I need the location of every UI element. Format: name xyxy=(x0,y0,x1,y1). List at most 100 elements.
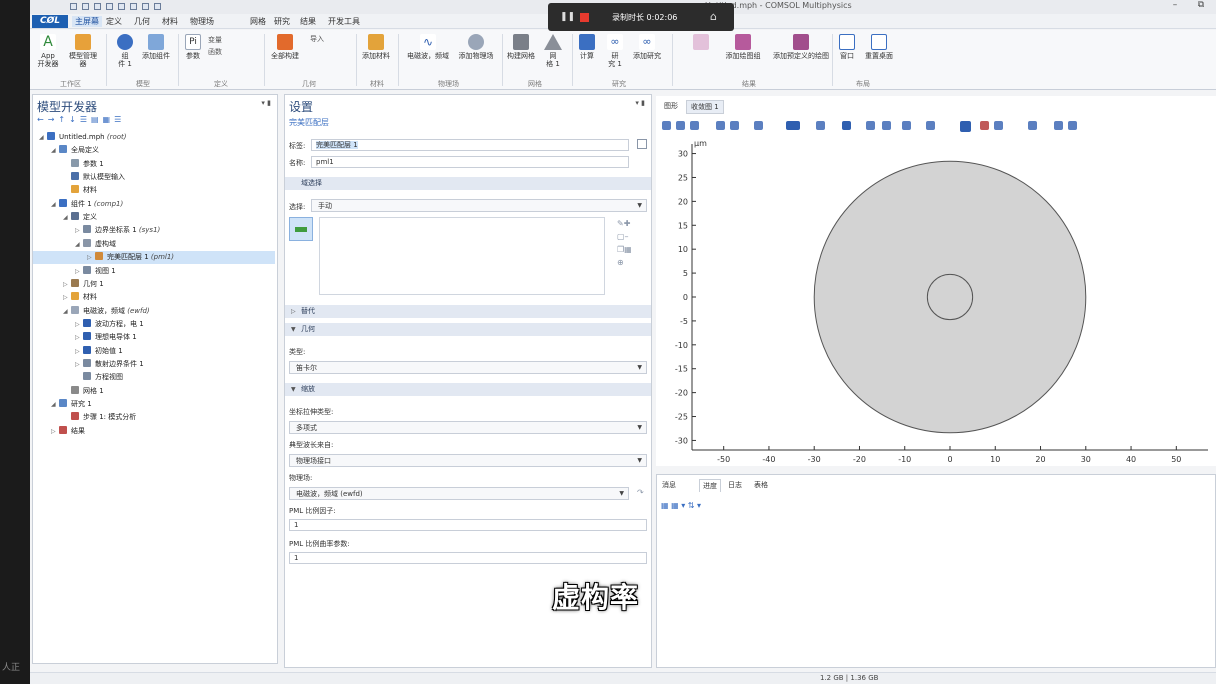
tab-developer[interactable]: 开发工具 xyxy=(328,16,360,27)
tab-materials[interactable]: 材料 xyxy=(162,16,178,27)
progress-toolbar[interactable]: ▦ ▦ ▾ ⇅ ▾ xyxy=(661,501,701,510)
app-builder-button[interactable]: A App 开发器 xyxy=(34,34,62,68)
tree-item[interactable]: 默认模型输入 xyxy=(33,171,275,184)
clear-selection-icon[interactable] xyxy=(882,121,891,130)
view-icon[interactable] xyxy=(902,121,911,130)
tree-item[interactable]: ◢ Untitled.mph (root) xyxy=(33,131,275,144)
tree-toggle-icon[interactable]: ▷ xyxy=(75,358,83,371)
override-section[interactable]: ▷ 替代 xyxy=(285,305,651,318)
restore-button[interactable]: ⧉ xyxy=(1192,0,1210,12)
compute-button[interactable]: 计算 xyxy=(576,34,598,60)
type-combo[interactable]: 笛卡尔 ▼ xyxy=(289,361,647,374)
tree-toggle-icon[interactable]: ◢ xyxy=(51,144,59,157)
tree-item[interactable]: ◢ 电磁波，频域 (ewfd) xyxy=(33,305,275,318)
tab-convergence-plot[interactable]: 收敛图 1 xyxy=(686,100,724,114)
scene-light-icon[interactable] xyxy=(960,121,971,132)
component-button[interactable]: 组 件 1 xyxy=(114,34,136,68)
tree-toggle-icon[interactable]: ◢ xyxy=(39,131,47,144)
mesh-button[interactable]: 网 格 1 xyxy=(540,34,566,68)
tab-geometry[interactable]: 几何 xyxy=(134,16,150,27)
import-item[interactable]: 导入 xyxy=(310,34,324,44)
active-toggle-button[interactable] xyxy=(289,217,313,241)
pml-scale-field[interactable]: 1 xyxy=(289,519,647,531)
tree-item[interactable]: 方程视图 xyxy=(33,371,275,384)
tree-toggle-icon[interactable]: ▷ xyxy=(63,291,71,304)
tree-item[interactable]: ◢ 虚构域 xyxy=(33,238,275,251)
undo-icon[interactable] xyxy=(106,3,113,10)
tree-item[interactable]: 参数 1 xyxy=(33,158,275,171)
tab-study[interactable]: 研究 xyxy=(274,16,290,27)
minimize-button[interactable]: – xyxy=(1166,0,1184,12)
paste-icon[interactable] xyxy=(142,3,149,10)
selection-tools[interactable]: ✎✚ ▢– ❐▦ ⊕ xyxy=(617,217,632,269)
tab-definitions[interactable]: 定义 xyxy=(106,16,122,27)
study-button[interactable]: ∞ 研 究 1 xyxy=(604,34,626,68)
pause-icon[interactable]: ❚❚ xyxy=(560,12,575,22)
tree-toggle-icon[interactable]: ◢ xyxy=(51,398,59,411)
tree-toggle-icon[interactable]: ▷ xyxy=(75,345,83,358)
add-physics-button[interactable]: 添加物理场 xyxy=(456,34,496,60)
stretch-combo[interactable]: 多项式 ▼ xyxy=(289,421,647,434)
selection-combo[interactable]: 手动 ▼ xyxy=(311,199,647,212)
grid-icon[interactable] xyxy=(926,121,935,130)
redo-icon[interactable] xyxy=(118,3,125,10)
transparency-icon[interactable] xyxy=(980,121,989,130)
settings-pin-icon[interactable]: ▾ ▮ xyxy=(635,99,645,107)
physics-combo[interactable]: 电磁波，频域 (ewfd) ▼ xyxy=(289,487,629,500)
tree-toggle-icon[interactable]: ▷ xyxy=(75,224,83,237)
zoom-extents-icon[interactable] xyxy=(716,121,725,130)
select-domain-icon[interactable] xyxy=(786,121,800,130)
add-material-button[interactable]: 添加材料 xyxy=(360,34,392,60)
tab-messages[interactable]: 消息 xyxy=(659,479,679,491)
build-mesh-button[interactable]: 构建网格 xyxy=(504,34,538,60)
select-point-icon[interactable] xyxy=(842,121,851,130)
model-manager-button[interactable]: 模型管理器 xyxy=(66,34,100,68)
tab-table[interactable]: 表格 xyxy=(751,479,771,491)
tree-toggle-icon[interactable]: ▷ xyxy=(75,331,83,344)
tree-item[interactable]: ▷ 理想电导体 1 xyxy=(33,331,275,344)
geometry-section[interactable]: ▼ 几何 xyxy=(285,323,651,336)
axis-icon[interactable] xyxy=(754,121,763,130)
camera-icon[interactable] xyxy=(1054,121,1063,130)
add-plot-group-button[interactable]: 添加绘图组 xyxy=(720,34,766,60)
domain-selection-section[interactable]: 域选择 xyxy=(285,177,651,190)
tree-toggle-icon[interactable]: ◢ xyxy=(63,305,71,318)
tree-toggle-icon[interactable]: ◢ xyxy=(51,198,59,211)
render-icon[interactable] xyxy=(994,121,1003,130)
panel-pin-icon[interactable]: ▾ ▮ xyxy=(261,99,271,107)
select-all-icon[interactable] xyxy=(866,121,875,130)
reset-desktop-button[interactable]: 重置桌面 xyxy=(862,34,896,60)
add-study-button[interactable]: ∞ 添加研究 xyxy=(630,34,664,60)
tree-toolbar[interactable]: ←→↑↓☰▤▦☰ xyxy=(37,115,125,124)
tree-toggle-icon[interactable]: ▷ xyxy=(87,251,95,264)
save-icon[interactable] xyxy=(94,3,101,10)
new-icon[interactable] xyxy=(70,3,77,10)
tree-item[interactable]: ▷ 波动方程，电 1 xyxy=(33,318,275,331)
wavelength-combo[interactable]: 物理场接口 ▼ xyxy=(289,454,647,467)
settings-gear-icon[interactable] xyxy=(1028,121,1037,130)
name-field[interactable]: pml1 xyxy=(311,156,629,168)
windows-button[interactable]: 窗口 xyxy=(836,34,858,60)
tab-progress[interactable]: 进度 xyxy=(699,479,721,492)
zoom-box-icon[interactable] xyxy=(690,121,699,130)
zoom-in-icon[interactable] xyxy=(662,121,671,130)
tree-item[interactable]: ▷ 初始值 1 xyxy=(33,345,275,358)
add-component-button[interactable]: 添加组件 xyxy=(140,34,172,60)
zoom-out-icon[interactable] xyxy=(676,121,685,130)
tree-item[interactable]: ◢ 定义 xyxy=(33,211,275,224)
stop-icon[interactable] xyxy=(580,13,589,22)
parameters-button[interactable]: Pi 参数 xyxy=(182,34,204,60)
open-icon[interactable] xyxy=(82,3,89,10)
reset-label-icon[interactable] xyxy=(637,139,647,149)
tree-item[interactable]: ▷ 边界坐标系 1 (sys1) xyxy=(33,224,275,237)
ewfd-button[interactable]: ∿ 电磁波，频域 xyxy=(402,34,454,60)
geometry-plot[interactable]: μm302520151050-5-10-15-20-25-30-50 -40 -30… xyxy=(656,136,1216,466)
scaling-section[interactable]: ▼ 缩放 xyxy=(285,383,651,396)
selection-list[interactable] xyxy=(319,217,605,295)
tree-toggle-icon[interactable]: ▷ xyxy=(51,425,59,438)
tree-toggle-icon[interactable]: ▷ xyxy=(63,278,71,291)
select-boundary-icon[interactable] xyxy=(816,121,825,130)
tab-mesh[interactable]: 网格 xyxy=(250,16,266,27)
tree-toggle-icon[interactable]: ▷ xyxy=(75,265,83,278)
tab-home[interactable]: 主屏幕 xyxy=(72,16,102,27)
